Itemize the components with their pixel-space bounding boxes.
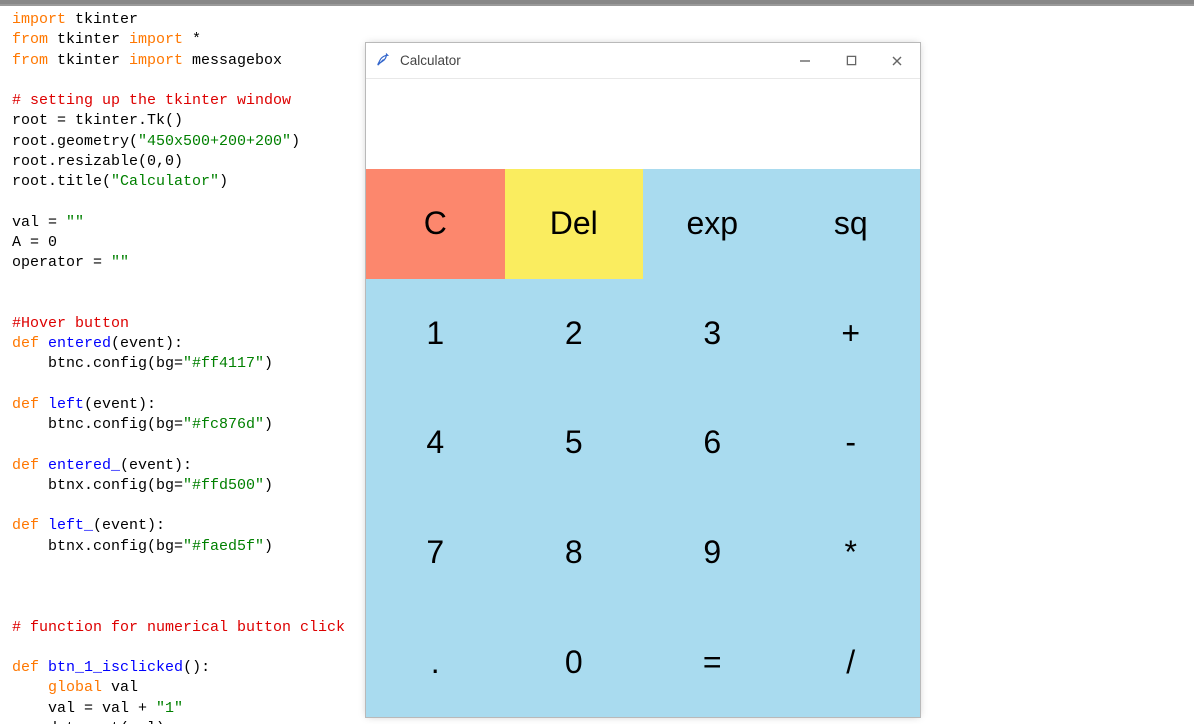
digit-1-button[interactable]: 1 [366,279,505,389]
decimal-button[interactable]: . [366,607,505,717]
digit-7-button[interactable]: 7 [366,498,505,608]
maximize-button[interactable] [828,43,874,79]
multiply-button[interactable]: * [782,498,921,608]
keypad: C Del exp sq 1 2 3 + 4 5 6 - 7 8 9 * . 0… [366,169,920,717]
exp-button[interactable]: exp [643,169,782,279]
digit-8-button[interactable]: 8 [505,498,644,608]
delete-button[interactable]: Del [505,169,644,279]
digit-4-button[interactable]: 4 [366,388,505,498]
digit-5-button[interactable]: 5 [505,388,644,498]
minimize-button[interactable] [782,43,828,79]
window-title: Calculator [400,53,782,68]
calculator-display [366,79,920,169]
clear-button[interactable]: C [366,169,505,279]
divide-button[interactable]: / [782,607,921,717]
digit-0-button[interactable]: 0 [505,607,644,717]
digit-6-button[interactable]: 6 [643,388,782,498]
digit-9-button[interactable]: 9 [643,498,782,608]
square-button[interactable]: sq [782,169,921,279]
app-icon [376,53,392,69]
minus-button[interactable]: - [782,388,921,498]
digit-3-button[interactable]: 3 [643,279,782,389]
equals-button[interactable]: = [643,607,782,717]
digit-2-button[interactable]: 2 [505,279,644,389]
titlebar-buttons [782,43,920,79]
plus-button[interactable]: + [782,279,921,389]
calculator-window: Calculator C Del exp sq 1 2 3 + 4 5 6 - … [365,42,921,718]
close-button[interactable] [874,43,920,79]
titlebar[interactable]: Calculator [366,43,920,79]
